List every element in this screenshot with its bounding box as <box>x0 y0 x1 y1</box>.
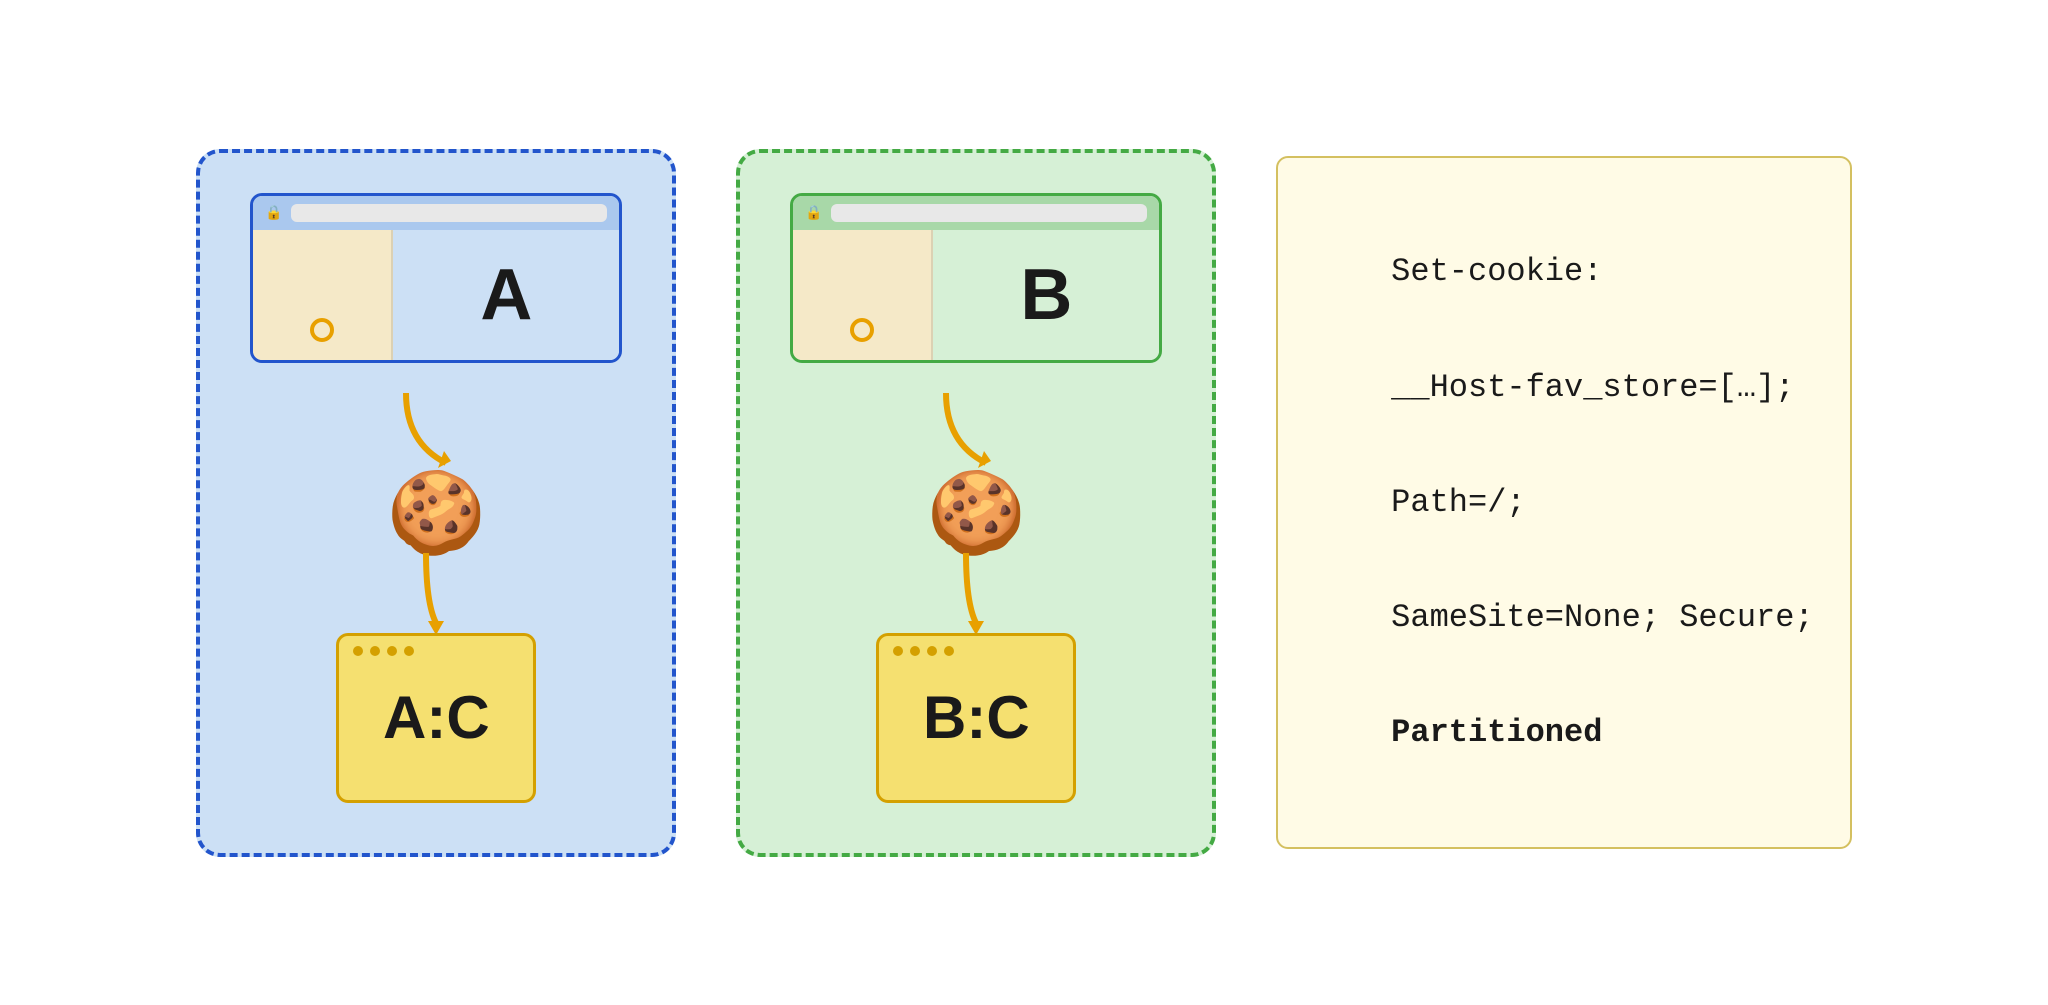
right-dot-4 <box>944 646 954 656</box>
left-browser-window: 🔒 A <box>250 193 622 363</box>
right-curve-arrow-down <box>916 553 1036 633</box>
left-dot-1 <box>353 646 363 656</box>
left-url-bar <box>291 204 608 222</box>
right-cookie-icon: 🍪 <box>927 473 1027 553</box>
left-dot-2 <box>370 646 380 656</box>
right-url-bar <box>831 204 1148 222</box>
left-browser-sidebar <box>253 230 393 360</box>
left-partition-box: 🔒 A 🍪 <box>196 149 676 857</box>
left-circle-node <box>310 318 334 342</box>
code-line1: Set-cookie: <box>1391 253 1602 290</box>
right-partition-box: 🔒 B 🍪 <box>736 149 1216 857</box>
left-flow: 🍪 A:C <box>336 393 536 803</box>
right-flow: 🍪 B:C <box>876 393 1076 803</box>
code-block: Set-cookie: __Host-fav_store=[…]; Path=/… <box>1276 156 1851 850</box>
right-curve-arrow <box>916 393 1036 473</box>
left-curve-arrow-down <box>376 553 496 633</box>
right-storage-box: B:C <box>876 633 1076 803</box>
right-browser-main: B <box>933 230 1159 360</box>
code-line3: Path=/; <box>1391 484 1525 521</box>
left-dot-4 <box>404 646 414 656</box>
right-dot-3 <box>927 646 937 656</box>
right-browser-sidebar <box>793 230 933 360</box>
right-browser-window: 🔒 B <box>790 193 1162 363</box>
right-circle-node <box>850 318 874 342</box>
left-browser-titlebar: 🔒 <box>253 196 619 230</box>
left-curve-arrow <box>376 393 496 473</box>
right-browser-label: B <box>1020 254 1072 336</box>
code-line5-partitioned: Partitioned <box>1391 714 1602 751</box>
left-cookie-icon: 🍪 <box>387 473 487 553</box>
left-lock-icon: 🔒 <box>265 204 282 221</box>
code-line4: SameSite=None; Secure; <box>1391 599 1813 636</box>
main-container: 🔒 A 🍪 <box>156 109 1891 897</box>
right-dot-2 <box>910 646 920 656</box>
left-dot-3 <box>387 646 397 656</box>
right-dot-1 <box>893 646 903 656</box>
right-browser-content: B <box>793 230 1159 360</box>
code-line2: __Host-fav_store=[…]; <box>1391 369 1794 406</box>
left-browser-label: A <box>480 254 532 336</box>
right-storage-label: B:C <box>923 683 1030 752</box>
left-storage-box: A:C <box>336 633 536 803</box>
right-browser-titlebar: 🔒 <box>793 196 1159 230</box>
right-lock-icon: 🔒 <box>805 204 822 221</box>
left-storage-label: A:C <box>383 683 490 752</box>
left-browser-main: A <box>393 230 619 360</box>
left-storage-dots <box>353 646 414 656</box>
right-storage-dots <box>893 646 954 656</box>
left-browser-content: A <box>253 230 619 360</box>
